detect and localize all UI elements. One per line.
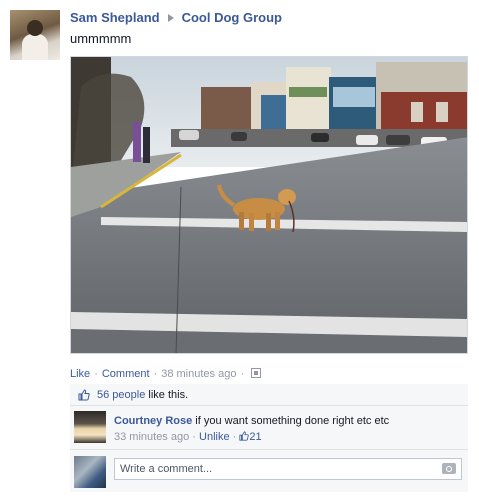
- thumbs-up-icon: [78, 389, 90, 401]
- post-actions: Like · Comment · 38 minutes ago ·: [70, 368, 262, 380]
- viewer-avatar: [74, 456, 106, 488]
- comment-input[interactable]: Write a comment...: [114, 458, 462, 480]
- separator: ·: [153, 368, 158, 380]
- separator: ·: [240, 368, 245, 380]
- author-name-link[interactable]: Sam Shepland: [70, 10, 160, 25]
- breadcrumb-arrow-icon: [167, 14, 174, 23]
- share-privacy-icon[interactable]: [251, 368, 262, 379]
- comment-timestamp[interactable]: 33 minutes ago: [114, 431, 189, 443]
- camera-icon[interactable]: [442, 463, 456, 474]
- unlike-comment-link[interactable]: Unlike: [199, 431, 230, 443]
- likers-link[interactable]: 56 people: [97, 389, 145, 401]
- thumbs-up-icon: [239, 431, 250, 441]
- comment-text: if you want something done right etc etc: [192, 415, 390, 427]
- post-photo[interactable]: [70, 56, 468, 354]
- comment-meta: 33 minutes ago · Unlike · 21: [114, 429, 389, 445]
- author-avatar[interactable]: [10, 10, 60, 60]
- street-dog-photo: [71, 57, 467, 353]
- comment-item: Courtney Rose if you want something done…: [70, 406, 468, 450]
- separator: ·: [94, 368, 98, 380]
- comment-like-count[interactable]: 21: [249, 431, 261, 443]
- comment-link[interactable]: Comment: [102, 368, 150, 380]
- post-header: Sam Shepland Cool Dog Group: [70, 10, 282, 25]
- separator: ·: [232, 431, 237, 443]
- commenter-avatar[interactable]: [74, 411, 106, 443]
- feedback-box: 56 people like this. Courtney Rose if yo…: [70, 384, 468, 492]
- likes-row: 56 people like this.: [70, 384, 468, 406]
- avatar-head-shape: [27, 20, 43, 36]
- likes-suffix: like this.: [145, 389, 189, 401]
- comment-composer: Write a comment...: [70, 450, 468, 492]
- group-name-link[interactable]: Cool Dog Group: [182, 10, 282, 25]
- separator: ·: [192, 431, 196, 443]
- avatar-body-shape: [22, 34, 48, 60]
- commenter-name-link[interactable]: Courtney Rose: [114, 415, 192, 427]
- like-link[interactable]: Like: [70, 368, 90, 380]
- post-status-text: ummmmm: [70, 31, 132, 46]
- comment-body: Courtney Rose if you want something done…: [114, 413, 389, 445]
- post-timestamp[interactable]: 38 minutes ago: [161, 368, 236, 380]
